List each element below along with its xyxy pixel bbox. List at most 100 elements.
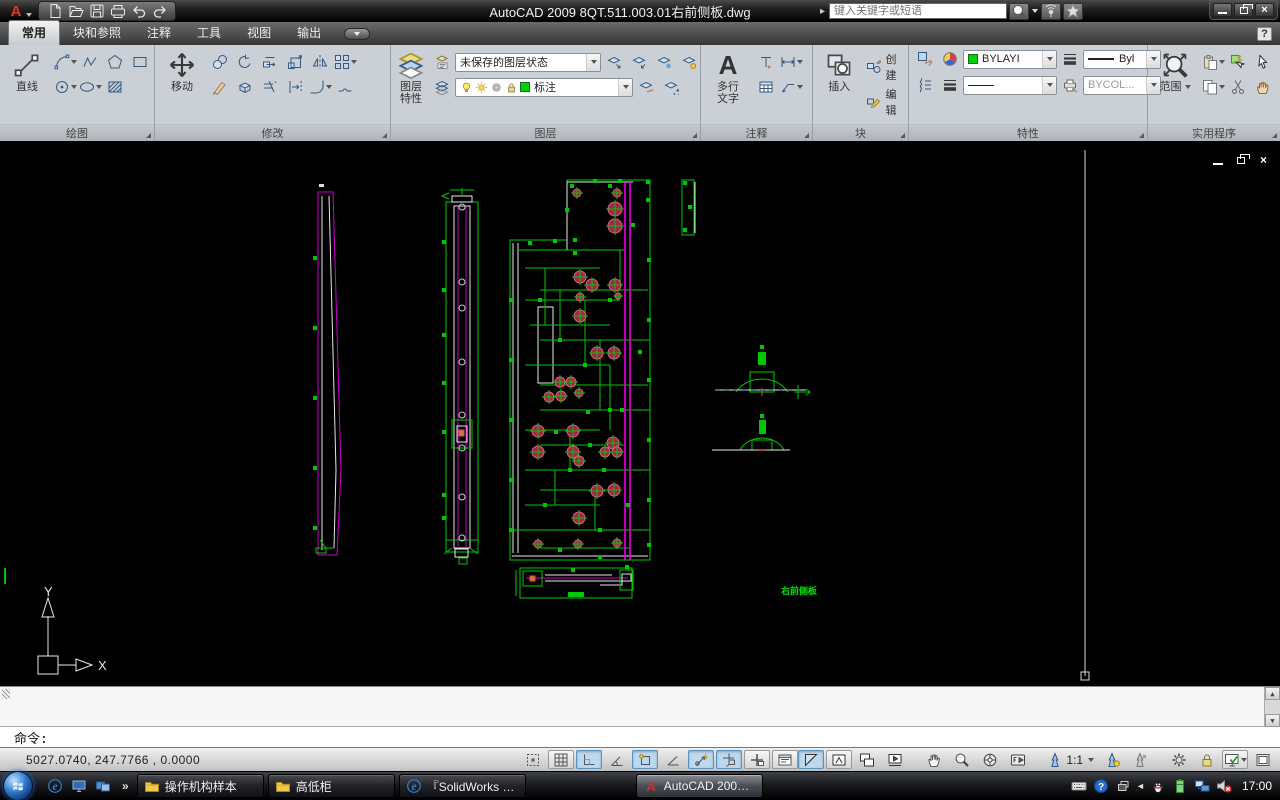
ortho-toggle[interactable] [576, 750, 603, 769]
doc-restore-button[interactable] [1234, 153, 1250, 166]
hand-select-button[interactable] [1251, 76, 1275, 98]
copy-button[interactable] [208, 51, 232, 73]
grid-toggle[interactable] [548, 750, 575, 769]
rectangle-button[interactable] [128, 51, 152, 73]
polygon-button[interactable] [103, 51, 127, 73]
combo-dropdown-icon[interactable] [618, 78, 632, 96]
doc-close-button[interactable]: × [1257, 153, 1270, 167]
layer-off-button[interactable] [677, 51, 701, 73]
redo-icon[interactable] [151, 3, 168, 20]
mirror-button[interactable] [308, 51, 332, 73]
layer-isolate-button[interactable] [602, 51, 626, 73]
quicklaunch-ie-icon[interactable]: e [46, 777, 64, 795]
command-grip-handle[interactable] [2, 689, 10, 699]
autocad-logo-icon[interactable]: A [6, 1, 26, 21]
layer-freeze-button[interactable] [652, 51, 676, 73]
table-button[interactable] [754, 76, 778, 98]
circle-button[interactable] [53, 76, 77, 98]
ellipse-button[interactable] [78, 76, 102, 98]
layer-on-icon[interactable] [460, 81, 473, 94]
network-icon[interactable] [1194, 778, 1211, 795]
zoom-button[interactable] [949, 750, 975, 769]
line-button[interactable]: 直线 [4, 48, 50, 93]
drawing-canvas[interactable]: 右前侧板 Y X × [0, 141, 1280, 686]
tray-chevron-icon[interactable]: ◄ [1136, 781, 1145, 791]
qq-icon[interactable] [1150, 778, 1167, 795]
snap-toggle[interactable] [520, 750, 546, 769]
otrack-toggle[interactable] [688, 750, 715, 769]
dynamic-input-toggle[interactable] [744, 750, 771, 769]
layer-list-button[interactable] [430, 76, 454, 98]
tab-tools[interactable]: 工具 [184, 21, 234, 45]
minimize-button[interactable] [1213, 3, 1232, 17]
new-icon[interactable] [46, 3, 63, 20]
color-wheel-icon[interactable] [938, 48, 962, 70]
command-scrollbar[interactable]: ▲ ▼ [1264, 687, 1280, 727]
communication-center-icon[interactable] [1041, 2, 1062, 20]
layer-match-button[interactable] [634, 76, 658, 98]
erase-button[interactable] [208, 76, 232, 98]
scroll-up-icon[interactable]: ▲ [1265, 687, 1280, 700]
ime-keyboard-icon[interactable] [1070, 778, 1087, 795]
steering-wheel-button[interactable] [977, 750, 1003, 769]
trim-button[interactable] [258, 76, 282, 98]
dimension-button[interactable] [779, 51, 803, 73]
single-text-button[interactable] [754, 51, 778, 73]
color-combo[interactable]: BYLAYI [963, 49, 1057, 69]
search-dropdown-icon[interactable] [1032, 9, 1039, 13]
pan-button[interactable] [921, 750, 947, 769]
layer-previous-button[interactable] [659, 76, 683, 98]
status-menu-button[interactable] [1222, 750, 1248, 769]
tray-window-icon[interactable] [1114, 778, 1131, 795]
ribbon-minimize-button[interactable] [344, 28, 371, 40]
plot-style-icon[interactable] [1058, 74, 1082, 96]
task-button-folder-2[interactable]: 高低柜 [267, 774, 395, 798]
combo-dropdown-icon[interactable] [586, 53, 600, 71]
command-line-window[interactable]: 自动保存到 C:\Users\郑特生\AppData\Local\Temp\8Q… [0, 686, 1280, 747]
workspace-gear-button[interactable] [1166, 750, 1192, 769]
panel-launcher-icon[interactable] [1272, 133, 1277, 138]
quicklaunch-overflow-chevron[interactable]: » [122, 779, 129, 793]
cut-button[interactable] [1226, 76, 1250, 98]
task-button-folder-1[interactable]: 操作机构样本 [136, 774, 264, 798]
annotation-visibility-button[interactable] [1099, 750, 1125, 769]
insert-block-button[interactable]: 插入 [817, 48, 861, 93]
paste-button[interactable] [1201, 51, 1225, 73]
panel-launcher-icon[interactable] [1139, 133, 1144, 138]
fillet-button[interactable] [308, 76, 332, 98]
quick-select-button[interactable] [1226, 51, 1250, 73]
scale-button[interactable] [283, 51, 307, 73]
toolbar-lock-button[interactable] [1194, 750, 1220, 769]
layer-unlock-icon[interactable] [505, 81, 518, 94]
leader-button[interactable] [779, 76, 803, 98]
layer-state-button[interactable] [430, 51, 454, 73]
quick-view-drawings-button[interactable] [882, 750, 908, 769]
model-button[interactable] [798, 750, 825, 769]
coordinates-readout[interactable]: 5027.0740, 247.7766 , 0.0000 [26, 753, 233, 767]
plot-icon[interactable] [109, 3, 126, 20]
layer-vpfreeze-icon[interactable] [490, 81, 503, 94]
start-button[interactable] [3, 771, 33, 800]
polar-toggle[interactable] [604, 750, 630, 769]
search-expand-icon[interactable]: ▸ [820, 6, 825, 17]
quicklaunch-desktop-icon[interactable] [70, 777, 88, 795]
hatch-button[interactable] [103, 76, 127, 98]
panel-launcher-icon[interactable] [804, 133, 809, 138]
clock[interactable]: 17:00 [1242, 779, 1272, 793]
layer-properties-button[interactable]: 图层 特性 [395, 48, 427, 105]
clean-screen-button[interactable] [1250, 750, 1276, 769]
show-motion-button[interactable] [1005, 750, 1031, 769]
polyline-button[interactable] [78, 51, 102, 73]
tab-blocks-references[interactable]: 块和参照 [60, 21, 134, 45]
layer-color-chip[interactable] [520, 82, 530, 92]
layer-unisolate-button[interactable] [627, 51, 651, 73]
doc-minimize-button[interactable] [1211, 154, 1224, 166]
combo-dropdown-icon[interactable] [1042, 50, 1056, 68]
search-input[interactable] [829, 3, 1008, 19]
block-edit-button[interactable]: 编辑 [864, 86, 906, 118]
layer-combo[interactable]: 标注 [455, 77, 633, 97]
undo-icon[interactable] [130, 3, 147, 20]
layout-button[interactable] [826, 750, 853, 769]
annotation-autoscale-button[interactable] [1127, 750, 1153, 769]
panel-launcher-icon[interactable] [900, 133, 905, 138]
